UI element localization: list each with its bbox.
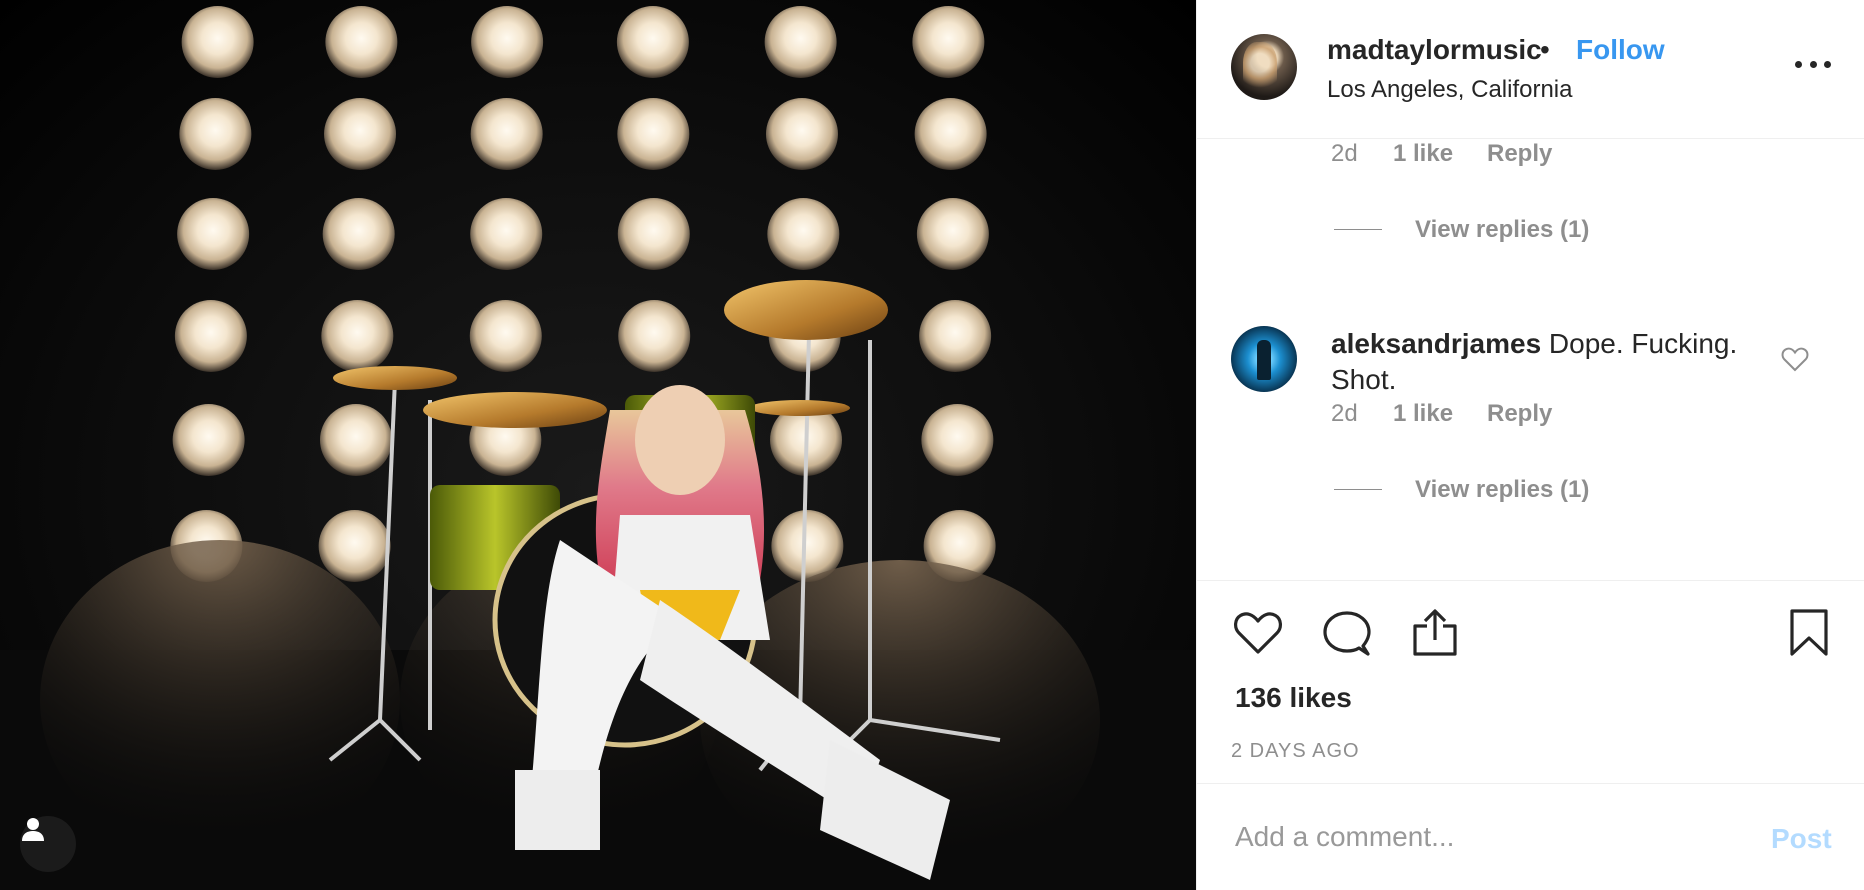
comment-meta: 2d 1 like Reply: [1331, 140, 1731, 180]
user-silhouette-icon: [22, 818, 44, 841]
comment-like-count[interactable]: 1 like: [1393, 400, 1453, 428]
stage-light-bulb: [322, 198, 395, 270]
stage-light-bulb: [172, 404, 245, 476]
stage-light-bulb: [916, 198, 989, 270]
stage-light-bulb: [470, 98, 543, 170]
heart-outline-icon[interactable]: [1781, 346, 1809, 372]
reply-button[interactable]: Reply: [1487, 140, 1552, 168]
more-dot: [1809, 60, 1817, 68]
follow-button[interactable]: Follow: [1576, 34, 1665, 66]
owner-username[interactable]: madtaylormusic: [1327, 34, 1542, 66]
stage-light-bulb: [469, 300, 542, 372]
post-location[interactable]: Los Angeles, California: [1327, 76, 1572, 104]
stage-light-bulb: [177, 198, 250, 270]
stage-light-bulb: [181, 6, 254, 78]
comment-body: aleksandrjames Dope. Fucking. Shot.: [1331, 326, 1771, 398]
post-details-panel: madtaylormusic • Follow Los Angeles, Cal…: [1196, 0, 1864, 890]
post-timestamp[interactable]: 2 DAYS AGO: [1231, 740, 1360, 763]
stage-light-bulb: [617, 198, 690, 270]
more-options-icon[interactable]: [1795, 56, 1831, 72]
stage-light-bulb: [318, 510, 391, 582]
comment-meta: 2d 1 like Reply: [1331, 400, 1731, 440]
comments-list[interactable]: 2d 1 like Reply View replies (1) aleksan…: [1197, 140, 1864, 581]
stage-light-bulb: [617, 98, 690, 170]
comment-age: 2d: [1331, 140, 1358, 167]
stage-light-bulb: [179, 98, 252, 170]
stage-light-bulb: [319, 404, 392, 476]
share-icon[interactable]: [1411, 608, 1459, 658]
add-comment-bar: Post: [1197, 785, 1864, 890]
comment-like-count[interactable]: 1 like: [1393, 140, 1453, 168]
reply-label: Reply: [1487, 400, 1553, 427]
owner-avatar[interactable]: [1231, 34, 1297, 100]
reply-label: Reply: [1487, 140, 1553, 167]
stage-light-bulb: [471, 6, 544, 78]
comment-like-count-label: 1 like: [1393, 140, 1454, 167]
more-dot: [1795, 60, 1802, 68]
replies-divider: [1334, 489, 1382, 490]
stage-light-bulb: [914, 98, 987, 170]
stage-light-bulb: [765, 98, 838, 170]
replies-divider: [1334, 229, 1382, 230]
post-actions: 136 likes 2 DAYS AGO: [1197, 582, 1864, 784]
bookmark-icon[interactable]: [1789, 608, 1829, 658]
commenter-username[interactable]: aleksandrjames: [1331, 328, 1541, 359]
user-tag-icon[interactable]: [20, 816, 76, 872]
likes-count[interactable]: 136 likes: [1235, 682, 1352, 714]
commenter-avatar[interactable]: [1231, 326, 1297, 392]
view-replies-button[interactable]: View replies (1): [1415, 216, 1589, 244]
stage-light-bulb: [616, 6, 689, 78]
stage-light-bulb: [618, 300, 691, 372]
comment-like-count-label: 1 like: [1393, 400, 1454, 427]
view-replies[interactable]: View replies (1): [1197, 476, 1864, 506]
stage-light-bulb: [764, 6, 837, 78]
stage-light-bulb: [324, 98, 397, 170]
post-comment-button[interactable]: Post: [1771, 823, 1832, 855]
stage-light-bulb: [321, 300, 394, 372]
stage-light-bulb: [919, 300, 992, 372]
view-replies-button[interactable]: View replies (1): [1415, 476, 1589, 504]
comment-input[interactable]: [1235, 815, 1715, 859]
stage-light-bulb: [174, 300, 247, 372]
heart-icon[interactable]: [1233, 610, 1283, 656]
post-photo[interactable]: [0, 0, 1196, 890]
more-dot: [1824, 60, 1831, 68]
header-separator: •: [1540, 34, 1550, 65]
stage-light-bulb: [921, 404, 994, 476]
comment-icon[interactable]: [1323, 610, 1371, 658]
stage-light-bulb: [325, 6, 398, 78]
reply-button[interactable]: Reply: [1487, 400, 1552, 428]
stage-light-bulb: [912, 6, 985, 78]
comment-age: 2d: [1331, 400, 1358, 427]
view-replies[interactable]: View replies (1): [1197, 216, 1864, 246]
stage-light-bulb: [470, 198, 543, 270]
post-header: madtaylormusic • Follow Los Angeles, Cal…: [1197, 0, 1864, 139]
drummer-photo: [0, 6, 1196, 890]
stage-light-bulb: [767, 198, 840, 270]
